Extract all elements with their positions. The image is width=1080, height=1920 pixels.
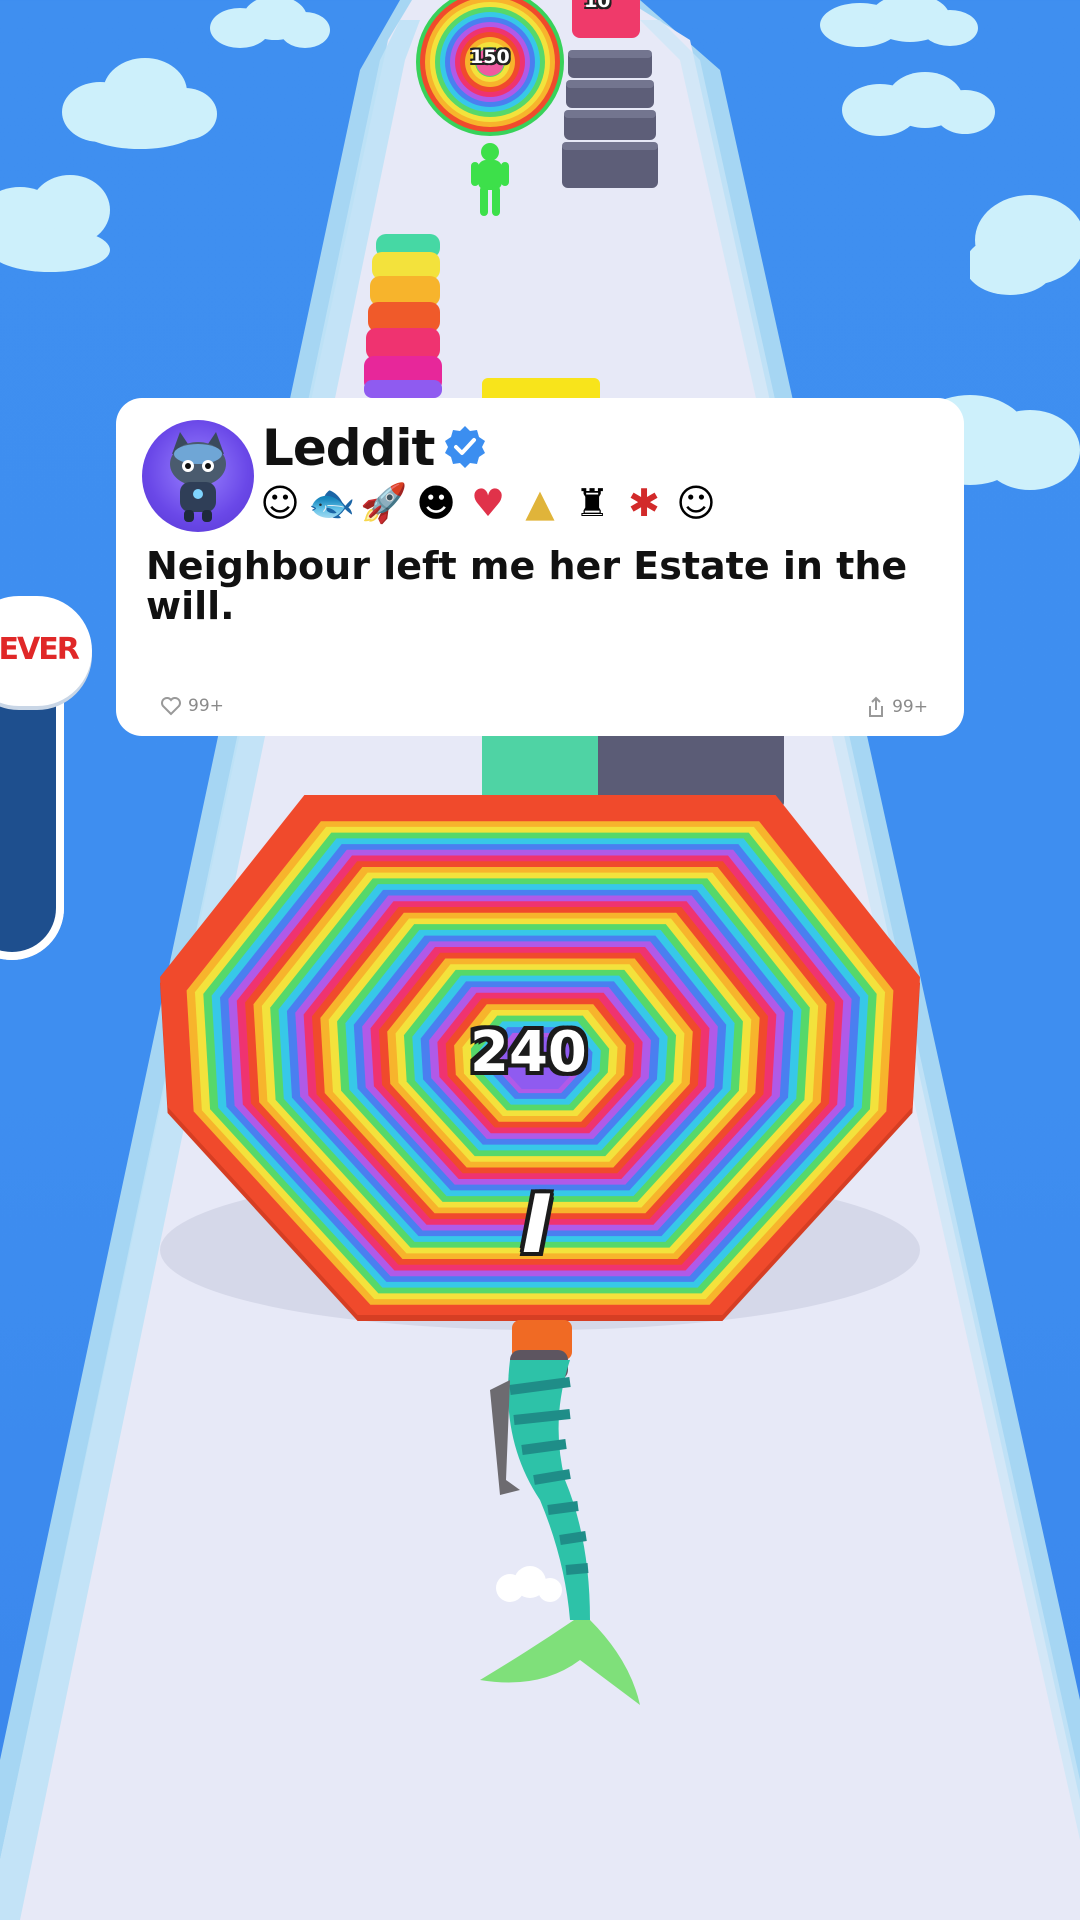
- far-target-value: 150: [470, 46, 510, 68]
- snoo-outline-icon: ☺: [676, 481, 716, 525]
- reddit-snoo-icon: ☺: [260, 481, 300, 525]
- like-count: 99+: [188, 696, 224, 716]
- share-count: 99+: [892, 697, 928, 717]
- avatar[interactable]: [142, 420, 254, 532]
- gate-value: 240: [470, 1020, 587, 1085]
- fever-label: FEVER: [0, 632, 80, 667]
- goldfish-icon: 🐟: [308, 481, 356, 525]
- top-hat-snoo-icon: ♜: [574, 481, 610, 525]
- gold-mushroom-icon: ▲: [525, 481, 555, 525]
- award-row: ☺ 🐟 🚀 ☻ ♥ ▲ ♜ ✱ ☺: [256, 476, 720, 530]
- heart-eyes-icon: ♥: [470, 481, 506, 525]
- game-scene: 10 150 240 I FEVER: [0, 0, 1080, 1920]
- gate-marker: I: [522, 1178, 552, 1271]
- far-top-value: 10: [584, 0, 611, 12]
- snoo-wave-icon: ☻: [416, 481, 456, 525]
- cat-mascot-icon: [170, 432, 226, 522]
- verified-badge-icon: [445, 426, 485, 468]
- like-button[interactable]: 99+: [160, 696, 224, 716]
- mermaid-player: [480, 1320, 640, 1705]
- rival-runner: [471, 143, 509, 216]
- post-title[interactable]: Neighbour left me her Estate in the will…: [146, 546, 926, 626]
- share-icon: [869, 696, 884, 717]
- far-target: [416, 0, 564, 136]
- share-button[interactable]: 99+: [866, 696, 928, 718]
- username[interactable]: Leddit: [262, 420, 435, 476]
- ring-stack: [364, 234, 442, 398]
- heart-icon: [161, 697, 181, 716]
- crab-icon: ✱: [628, 481, 660, 525]
- post-card[interactable]: Leddit ☺ 🐟 🚀 ☻ ♥ ▲ ♜ ✱ ☺ Neighbour left …: [116, 398, 964, 736]
- teal-block: [482, 736, 598, 796]
- rocket-icon: 🚀: [360, 481, 408, 525]
- dust-puff: [496, 1566, 562, 1602]
